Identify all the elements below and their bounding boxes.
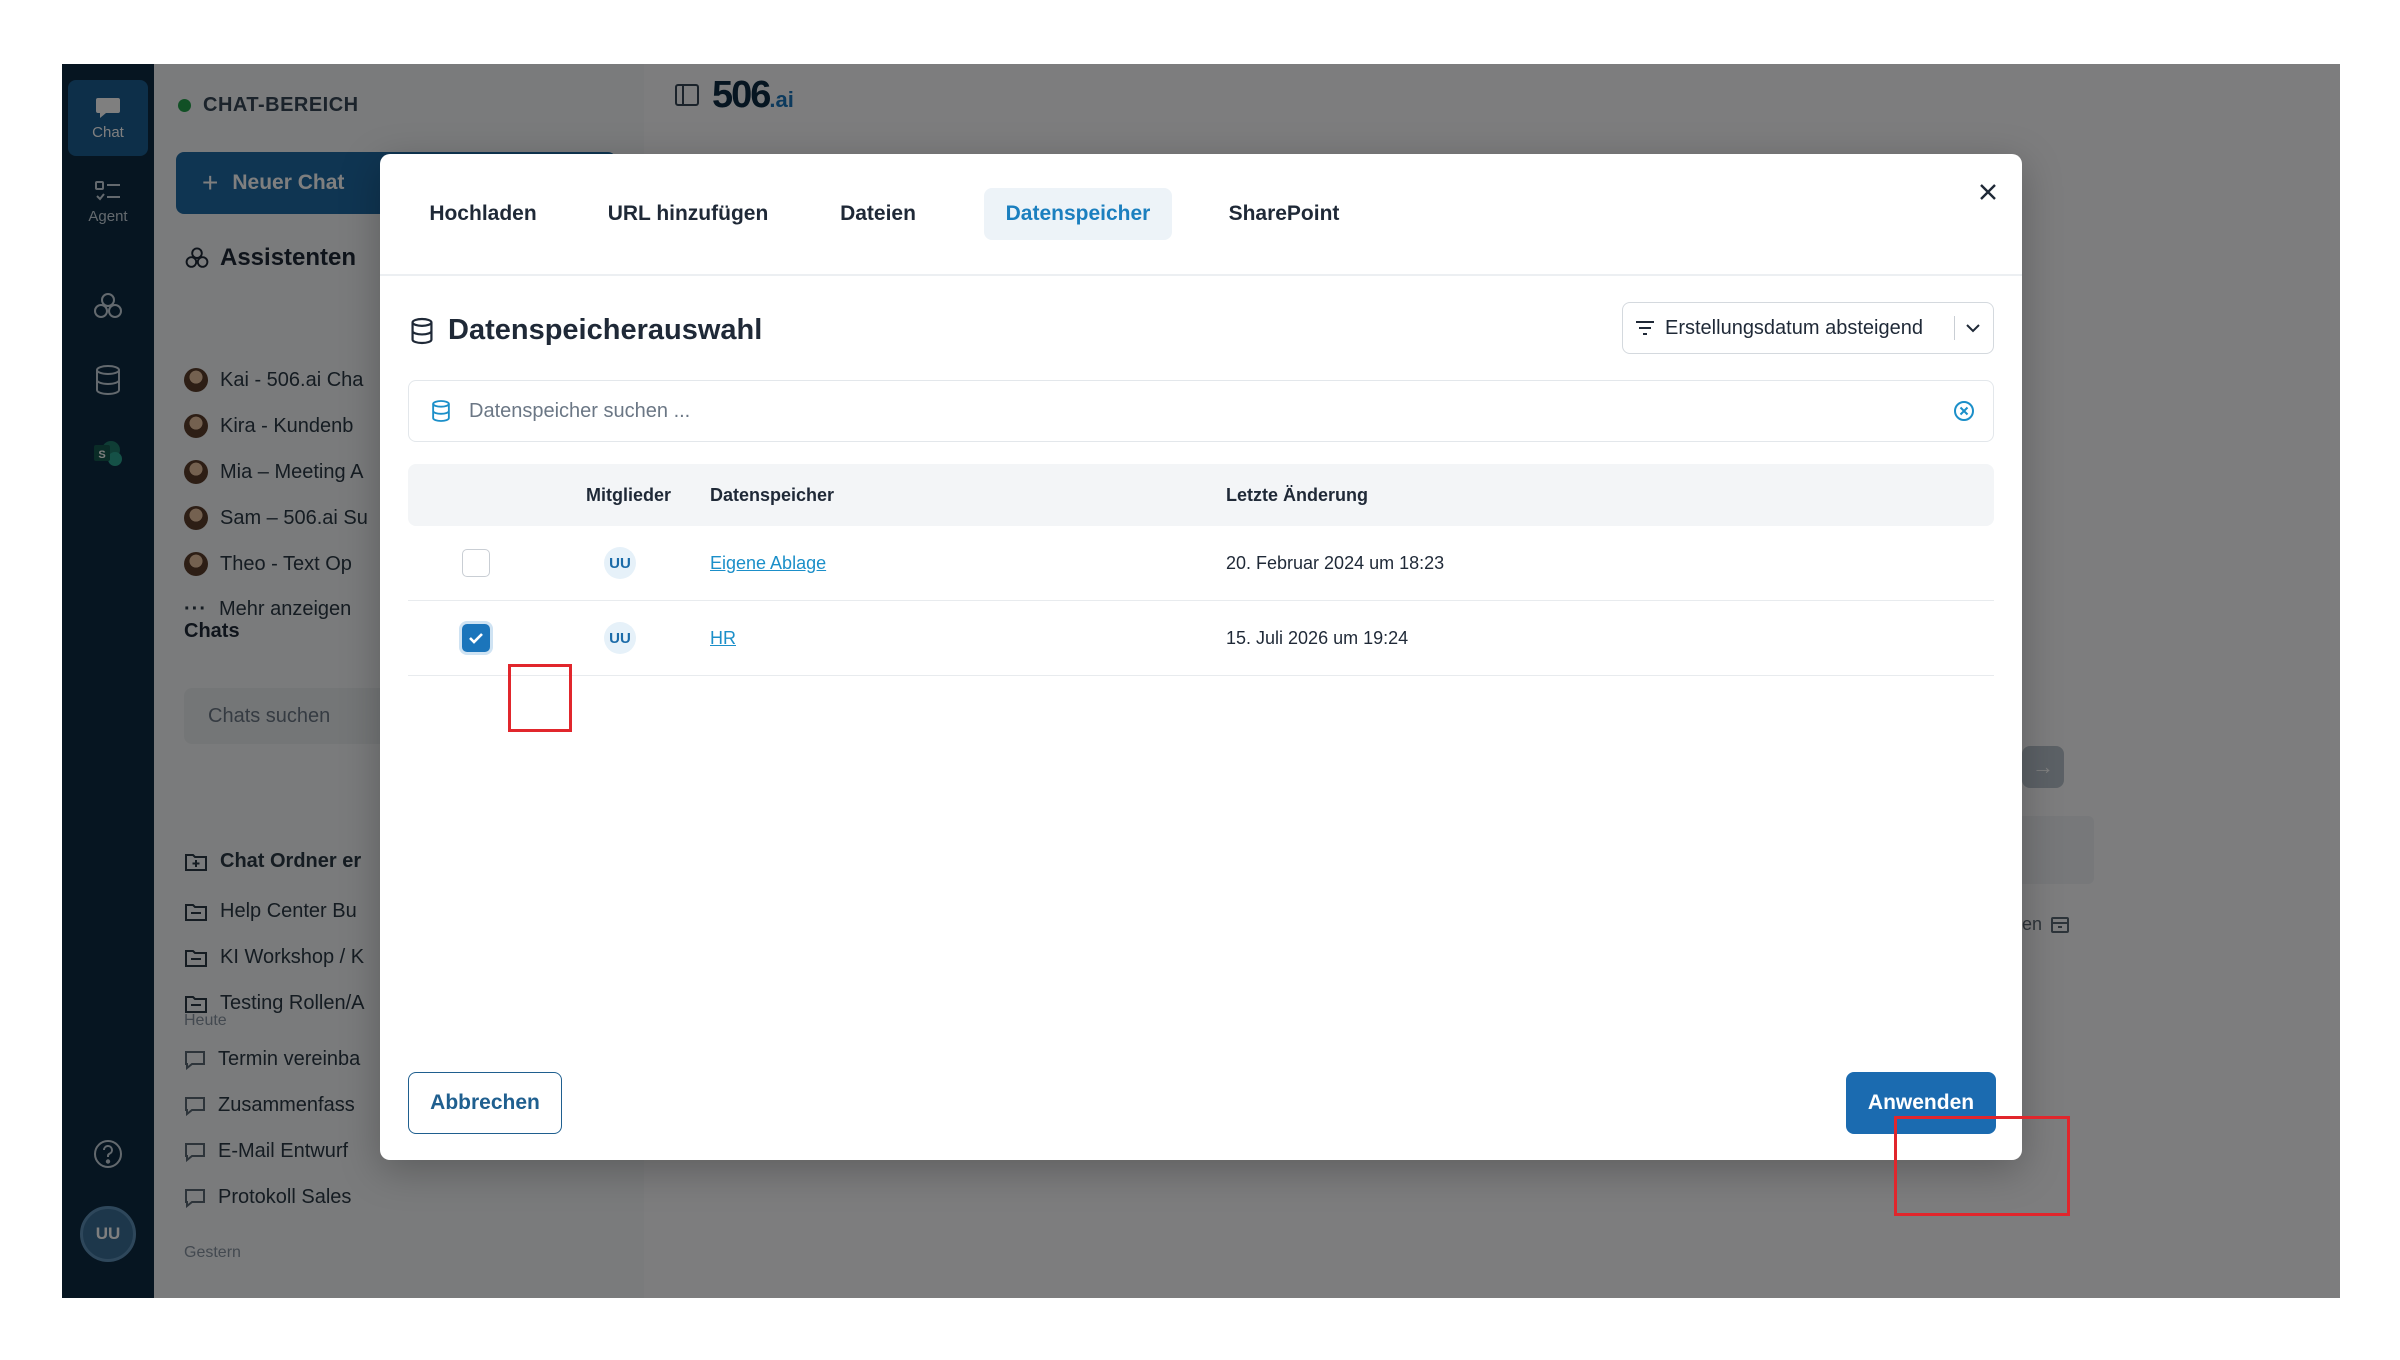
sort-dropdown[interactable]: Erstellungsdatum absteigend [1622, 302, 1994, 354]
modal-title: Datenspeicherauswahl [410, 314, 762, 347]
database-icon [432, 400, 450, 422]
column-members[interactable]: Mitglieder [586, 464, 671, 526]
datastore-table: Mitglieder Datenspeicher Letzte Änderung… [408, 464, 1994, 676]
datastore-name-cell: HR [710, 601, 736, 675]
close-icon [1980, 184, 1996, 200]
datastore-link[interactable]: HR [710, 628, 736, 649]
cancel-button[interactable]: Abbrechen [408, 1072, 562, 1134]
app-frame: Chat Agent S UU CHAT-BEREICH + Neuer Cha… [62, 64, 2340, 1298]
dropdown-separator [1954, 316, 1955, 340]
datastore-modal: Hochladen URL hinzufügen Dateien Datensp… [380, 154, 2022, 1160]
modified-cell: 20. Februar 2024 um 18:23 [1226, 552, 1445, 573]
table-row[interactable]: UU HR 15. Juli 2026 um 19:24 [408, 601, 1994, 676]
sort-label: Erstellungsdatum absteigend [1665, 316, 1923, 339]
close-modal-button[interactable] [1970, 174, 2006, 210]
tab-add-url[interactable]: URL hinzufügen [598, 188, 778, 240]
row-select-cell [462, 526, 490, 600]
members-cell: UU [604, 526, 636, 600]
row-select-cell [462, 601, 490, 675]
modal-tabbar: Hochladen URL hinzufügen Dateien Datensp… [380, 154, 2022, 276]
tab-sharepoint[interactable]: SharePoint [1214, 188, 1354, 240]
members-cell: UU [604, 601, 636, 675]
table-header: Mitglieder Datenspeicher Letzte Änderung [408, 464, 1994, 526]
member-avatar: UU [604, 547, 636, 579]
modified-cell: 15. Juli 2026 um 19:24 [1226, 627, 1409, 648]
filter-lines-icon [1636, 321, 1654, 335]
row-checkbox[interactable] [462, 549, 490, 577]
apply-highlight-box [1894, 1116, 2070, 1216]
column-modified[interactable]: Letzte Änderung [1226, 464, 1368, 526]
database-icon [411, 317, 433, 344]
datastore-link[interactable]: Eigene Ablage [710, 553, 826, 574]
checkbox-highlight-box [508, 664, 572, 732]
clear-search-icon[interactable] [1953, 400, 1975, 422]
datastore-name-cell: Eigene Ablage [710, 526, 826, 600]
datastore-search [408, 380, 1994, 442]
datastore-search-input[interactable] [467, 398, 1937, 424]
row-checkbox-checked[interactable] [462, 624, 490, 652]
checkmark-icon [469, 633, 483, 644]
column-datastore[interactable]: Datenspeicher [710, 464, 834, 526]
tab-files[interactable]: Dateien [826, 188, 930, 240]
tab-upload[interactable]: Hochladen [418, 188, 548, 240]
modal-title-text: Datenspeicherauswahl [448, 314, 763, 346]
tab-datastore[interactable]: Datenspeicher [984, 188, 1172, 240]
chevron-down-icon [1966, 324, 1980, 333]
table-row[interactable]: UU Eigene Ablage 20. Februar 2024 um 18:… [408, 526, 1994, 601]
member-avatar: UU [604, 622, 636, 654]
